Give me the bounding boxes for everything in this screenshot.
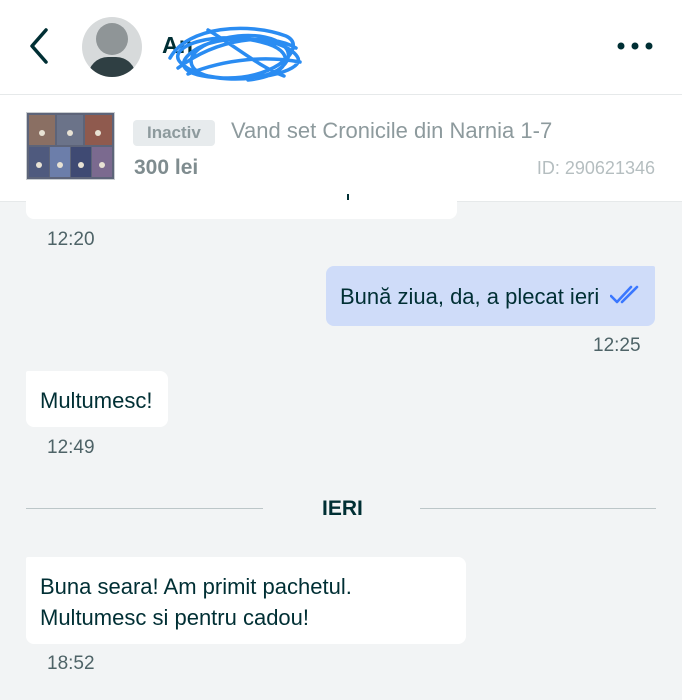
double-check-icon — [610, 285, 639, 304]
redaction-scribble — [168, 26, 302, 82]
chevron-left-icon — [30, 28, 48, 64]
message-time: 12:49 — [47, 437, 95, 458]
message-text: Buna seara! Am primit pachetul. Multumes… — [40, 574, 352, 630]
message-time: 12:20 — [47, 229, 95, 250]
more-options-button[interactable] — [614, 36, 658, 56]
chat-header: An — [0, 0, 682, 95]
ad-price: 300 lei — [134, 156, 199, 179]
separator-line-right — [420, 508, 656, 509]
book-set-image — [27, 113, 114, 179]
message-bubble-incoming[interactable]: Buna seara! Am primit pachetul. Multumes… — [26, 557, 466, 644]
ad-id: ID: 290621346 — [536, 158, 655, 178]
back-button[interactable] — [22, 26, 58, 66]
separator-line-left — [26, 508, 263, 509]
avatar[interactable] — [82, 17, 142, 77]
ad-title[interactable]: Vand set Cronicile din Narnia 1-7 — [231, 118, 552, 144]
message-text: Multumesc! — [40, 388, 153, 413]
day-separator: IERI — [322, 497, 363, 520]
message-bubble-outgoing[interactable]: Bună ziua, da, a plecat ieri — [326, 266, 655, 326]
avatar-body-shape — [88, 57, 136, 77]
message-text: Bună ziua, da, a plecat ieri — [340, 284, 600, 309]
message-time: 12:25 — [593, 335, 641, 356]
message-bubble-incoming[interactable]: Multumesc! — [26, 371, 168, 427]
message-bubble-incoming[interactable] — [26, 192, 457, 219]
ad-summary[interactable]: Inactiv Vand set Cronicile din Narnia 1-… — [0, 95, 682, 202]
more-dots-icon — [617, 42, 653, 50]
ad-thumbnail — [26, 112, 115, 180]
status-badge: Inactiv — [133, 120, 215, 146]
message-time: 18:52 — [47, 653, 95, 674]
avatar-head-shape — [96, 23, 128, 55]
cut-off-glyph — [347, 194, 349, 200]
